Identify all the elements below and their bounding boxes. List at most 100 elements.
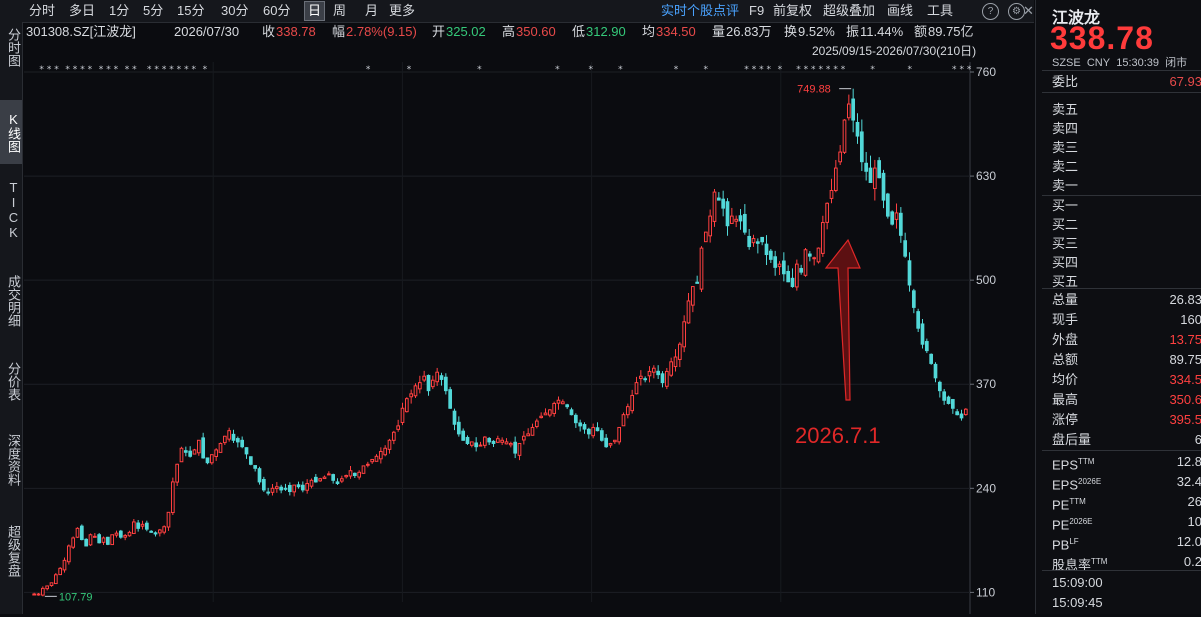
period-button[interactable]: 30分 <box>218 2 251 20</box>
sidebar-tab[interactable]: 成交明细 <box>0 258 22 344</box>
stat-row: 总量 26.83 <box>1052 290 1201 310</box>
amplitude-label: 振 <box>846 24 860 39</box>
sidebar-tab[interactable]: 分价表 <box>0 348 22 414</box>
candle-body <box>443 376 448 392</box>
candle-body <box>760 236 765 243</box>
period-button[interactable]: 多日 <box>66 2 98 20</box>
sidebar-tab[interactable]: K线图 <box>0 100 22 164</box>
candle-body <box>283 487 288 490</box>
period-button[interactable]: 日 <box>304 1 326 21</box>
market-status: 闭市 <box>1165 57 1188 69</box>
candle-body <box>617 426 622 443</box>
wei-bi-value: 67.93 <box>1169 74 1201 89</box>
candle-body <box>495 438 500 443</box>
candle-body <box>712 191 717 222</box>
signal-star: * <box>366 65 371 75</box>
period-button[interactable]: 分时 <box>26 2 58 20</box>
candle-body <box>725 201 730 227</box>
change-value: 2.78%(9.15) <box>346 24 417 39</box>
candle-body <box>595 427 600 432</box>
fundamental-value: 10 <box>1187 514 1201 529</box>
candle-body <box>669 361 674 376</box>
toolbar-button[interactable]: 实时个股点评 <box>658 2 742 20</box>
candle-body <box>175 463 180 483</box>
candle-body <box>253 465 258 469</box>
candle-body <box>894 212 899 220</box>
candle-body <box>166 511 171 528</box>
quote-date: 2026/07/30 <box>174 24 240 39</box>
candle-body <box>890 211 895 225</box>
candle-body <box>738 215 743 222</box>
candle-body <box>296 484 301 488</box>
candle-body <box>465 436 470 444</box>
avg-value: 334.50 <box>656 24 696 39</box>
sidebar-tab[interactable]: 超级复盘 <box>0 508 22 594</box>
candle-body <box>53 574 58 585</box>
candle-body <box>331 474 336 481</box>
sidebar-tab[interactable]: 分时图 <box>0 2 22 92</box>
candle-body <box>530 426 535 436</box>
signal-star: * <box>767 65 772 75</box>
fundamental-row: 股息率TTM 0.2 <box>1052 552 1201 572</box>
candle-body <box>196 439 201 454</box>
toolbar-button[interactable]: 工具 <box>924 2 956 20</box>
candle-body <box>946 396 951 404</box>
candle-body <box>868 167 873 183</box>
high-label: 高 <box>502 24 516 39</box>
candle-body <box>435 371 440 383</box>
divider <box>1042 70 1201 71</box>
bid-label: 买二 <box>1052 217 1079 232</box>
candle-body <box>820 222 825 254</box>
period-button[interactable]: 5分 <box>140 2 166 20</box>
candle-body <box>144 522 149 530</box>
bid-row: 买三 <box>1052 234 1201 254</box>
panel-market-line: SZSE CNY 15:30:39 闭市 <box>1052 54 1187 70</box>
signal-star: * <box>169 65 174 75</box>
signal-star: * <box>841 65 846 75</box>
candle-body <box>643 378 648 381</box>
candle-body <box>517 442 522 456</box>
kline-chart[interactable]: 760 630 500 370 240 110 749.88 107.79 * * * * * * * * * *… <box>22 62 1034 614</box>
candle-body <box>677 343 682 360</box>
toolbar-button[interactable]: 前复权 <box>770 2 815 20</box>
sidebar-tab[interactable]: TICK <box>0 170 22 250</box>
period-button[interactable]: 更多 <box>386 2 418 20</box>
bid-row: 买五 <box>1052 272 1201 292</box>
candle-body <box>651 367 656 373</box>
toolbar-button[interactable]: F9 <box>746 2 767 20</box>
candle-body <box>153 532 158 535</box>
kline-chart-svg[interactable]: 760630500370240110749.88107.79* * * * * * * * * *… <box>22 62 1034 614</box>
period-button[interactable]: 60分 <box>260 2 293 20</box>
period-button[interactable]: 月 <box>362 2 381 20</box>
candle-body <box>209 454 214 464</box>
candle-body <box>348 470 353 477</box>
turnover-label: 换 <box>784 24 798 39</box>
candle-body <box>916 311 921 329</box>
candle-body <box>322 476 327 480</box>
candle-body <box>556 399 561 404</box>
annotation-label: 2026.7.1 <box>795 423 881 448</box>
avg-label: 均 <box>642 24 656 39</box>
candle-body <box>383 447 388 456</box>
candle-body <box>816 247 821 263</box>
toolbar-button[interactable]: 超级叠加 <box>820 2 878 20</box>
divider <box>1042 92 1201 93</box>
candle-body <box>838 151 843 163</box>
candle-body <box>924 341 929 352</box>
period-button[interactable]: 1分 <box>106 2 132 20</box>
period-button[interactable]: 15分 <box>174 2 207 20</box>
left-sidebar: 分时图 K线图 TICK 成交明细分价表深度资料超级复盘 <box>0 0 23 614</box>
candle-body <box>326 473 331 476</box>
period-button[interactable]: 周 <box>330 2 349 20</box>
open-value: 325.02 <box>446 24 486 39</box>
stat-row: 外盘 13.75 <box>1052 330 1201 350</box>
toolbar-button[interactable]: 画线 <box>884 2 916 20</box>
fundamental-row: EPS2026E 32.4 <box>1052 472 1201 492</box>
signal-star: * <box>203 65 208 75</box>
candle-body <box>786 270 791 283</box>
sidebar-tab[interactable]: 深度资料 <box>0 420 22 500</box>
candle-body <box>344 475 349 478</box>
quote-info-bar: 301308.SZ[江波龙] 2026/07/30 收 338.78 幅 2.7… <box>22 22 1034 41</box>
signal-star: * <box>555 65 560 75</box>
help-icon[interactable]: ? <box>982 3 999 20</box>
